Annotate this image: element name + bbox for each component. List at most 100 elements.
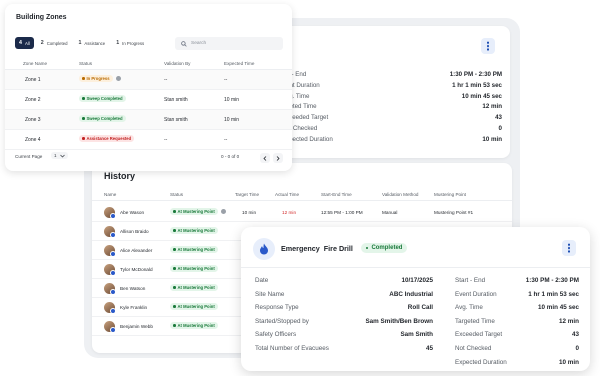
avatar xyxy=(104,264,116,276)
details-left: Date 10/17/2025 Site Name ABC Industrial R… xyxy=(255,274,433,356)
detail-row: Avg. Time 10 min 45 sec xyxy=(455,301,579,315)
page-number: 1 xyxy=(54,153,57,158)
table-row[interactable]: Zone 4 Assistance Requested -- -- xyxy=(5,130,292,150)
expected-time: 10 min xyxy=(224,97,240,103)
person-name: Abe Wason xyxy=(120,210,145,215)
summary-row: geted Time 12 min xyxy=(286,102,502,113)
detail-row: Expected Duration 10 min xyxy=(455,356,579,370)
status-text: Assistance Requested xyxy=(86,136,132,141)
tab-completed[interactable]: 2 Completed xyxy=(37,37,72,49)
col-expected-time: Expected Time xyxy=(224,61,255,66)
detail-label: Not Checked xyxy=(455,344,492,352)
status-text: Sweep Completed xyxy=(86,96,123,101)
status-badge: Completed xyxy=(360,243,408,253)
status-text: At Mustering Point xyxy=(177,228,215,233)
tab-label: Assistance xyxy=(84,40,106,46)
detail-value: Roll Call xyxy=(407,304,433,312)
start-end-time: 12:55 PM - 1:00 PM xyxy=(321,210,363,215)
fire-icon xyxy=(253,238,275,260)
status-text: Sweep Completed xyxy=(86,116,123,121)
search-placeholder: Search xyxy=(191,41,207,46)
status-cell: Assistance Requested xyxy=(79,135,135,142)
summary-row: ot Checked 0 xyxy=(286,124,502,135)
tab-all[interactable]: 4 All xyxy=(15,37,34,49)
status-badge: At Mustering Point xyxy=(170,208,218,215)
avatar xyxy=(104,283,116,295)
tab-assistance[interactable]: 1 Assistance xyxy=(74,37,109,49)
detail-value: 1 hr 1 min 53 sec xyxy=(528,290,579,298)
detail-value: 10 min 45 sec xyxy=(538,304,579,312)
col-target-time: Target Time xyxy=(235,192,259,197)
zone-name: Zone 4 xyxy=(25,137,41,143)
table-row[interactable]: Zone 1 In Progress -- -- xyxy=(5,70,292,90)
detail-label: Started/Stopped by xyxy=(255,317,309,325)
tab-label: Completed xyxy=(46,40,68,46)
details-right: Start - End 1:30 PM - 2:30 PM Event Durat… xyxy=(455,274,579,369)
col-status: Status xyxy=(79,61,93,66)
prev-page-button[interactable] xyxy=(260,153,270,163)
col-name: Name xyxy=(104,192,117,197)
chevron-left-icon xyxy=(263,155,267,161)
detail-row: Targeted Time 12 min xyxy=(455,315,579,329)
info-icon[interactable] xyxy=(115,76,121,81)
drill-name: Fire Drill xyxy=(323,243,353,253)
detail-row: Site Name ABC Industrial xyxy=(255,288,433,302)
status-text: In Progress xyxy=(86,76,110,81)
detail-value: 1:30 PM - 2:30 PM xyxy=(525,277,579,284)
person-name: Allison Braido xyxy=(120,229,149,234)
more-options-icon[interactable] xyxy=(481,38,495,54)
detail-row: Event Duration 1 hr 1 min 53 sec xyxy=(455,288,579,302)
next-page-button[interactable] xyxy=(273,153,283,163)
building-zones-card: Building Zones 4 All 2 Completed 1 Assistan… xyxy=(5,4,292,171)
summary-value: 43 xyxy=(495,114,502,122)
table-row[interactable]: Zone 2 Sweep Completed Stan smith 10 min xyxy=(5,90,292,110)
detail-row: Start - End 1:30 PM - 2:30 PM xyxy=(455,274,579,288)
detail-label: Response Type xyxy=(255,304,299,312)
search-input[interactable]: Search xyxy=(175,37,283,50)
page-select[interactable]: 1 xyxy=(51,152,68,159)
tab-count: 2 xyxy=(40,40,44,46)
summary-value: 12 min xyxy=(482,103,502,111)
detail-row: Response Type Roll Call xyxy=(255,301,433,315)
detail-value: 43 xyxy=(571,331,579,339)
chevron-down-icon xyxy=(59,154,65,158)
status-text: At Mustering Point xyxy=(177,266,215,271)
detail-value: 45 xyxy=(425,344,433,352)
detail-label: Start - End xyxy=(455,277,486,284)
detail-value: 0 xyxy=(575,344,579,352)
status-cell: Sweep Completed xyxy=(79,95,126,102)
summary-rows: rt - End 1:30 PM - 2:30 PM ent Duration 1 … xyxy=(286,70,502,146)
zone-name: Zone 1 xyxy=(25,77,41,83)
zone-name: Zone 2 xyxy=(25,97,41,103)
page-range: 0 - 0 of 0 xyxy=(221,154,240,159)
detail-row: Safety Officers Sam Smith xyxy=(255,328,433,342)
detail-value: Sam Smith/Ben Brown xyxy=(365,317,433,325)
tab-in-progress[interactable]: 1 In Progress xyxy=(112,37,148,49)
table-row[interactable]: Abe Wason At Mustering Point 10 min 12 m… xyxy=(92,203,512,222)
more-options-icon[interactable] xyxy=(562,240,576,256)
validation-by: -- xyxy=(164,137,168,143)
col-zone-name: Zone Name xyxy=(23,61,48,66)
history-header: Name Status Target Time Actual Time Star… xyxy=(92,189,512,201)
col-mustering-point: Mustering Point xyxy=(434,192,466,197)
col-start-end: Start-End Time xyxy=(321,192,352,197)
tab-count: 1 xyxy=(78,40,82,46)
dashboard-stage: rt - End 1:30 PM - 2:30 PM ent Duration 1 … xyxy=(0,0,600,376)
tab-count: 4 xyxy=(19,40,22,46)
validation-method: Manual xyxy=(382,210,398,215)
tab-label: All xyxy=(24,40,30,46)
chevron-right-icon xyxy=(276,155,280,161)
avatar xyxy=(104,302,116,314)
status-badge: At Mustering Point xyxy=(170,227,218,234)
summary-value: 0 xyxy=(498,124,502,132)
summary-row: xceeded Target 43 xyxy=(286,113,502,124)
detail-label: Date xyxy=(255,277,269,284)
validation-by: -- xyxy=(164,77,168,83)
person-name: Kyle Franklin xyxy=(120,305,148,310)
summary-value: 10 min 45 sec xyxy=(461,92,502,100)
detail-row: Started/Stopped by Sam Smith/Ben Brown xyxy=(255,315,433,329)
table-row[interactable]: Zone 3 Sweep Completed Stan smith 10 min xyxy=(5,110,292,130)
info-icon[interactable] xyxy=(220,209,226,214)
status-badge: Assistance Requested xyxy=(79,135,135,142)
tab-label: In Progress xyxy=(122,40,145,46)
